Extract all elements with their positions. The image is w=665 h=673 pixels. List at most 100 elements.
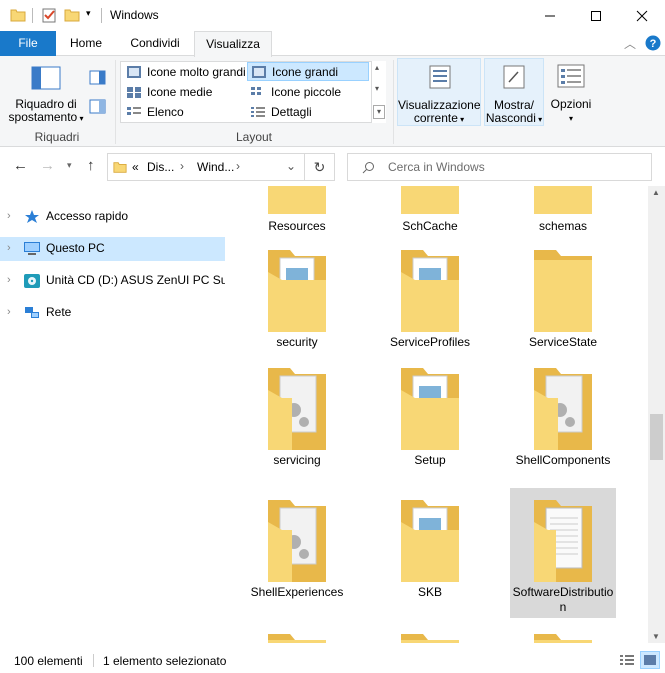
gallery-more-icon[interactable]: ▾ [373,105,385,119]
refresh-button[interactable]: ↻ [305,153,335,181]
folder-with-document-icon [534,500,592,582]
current-view-button[interactable]: Visualizzazione corrente ▾ [397,58,481,126]
layout-large-label: Icone grandi [272,65,339,79]
new-folder-icon[interactable] [64,7,80,23]
folder-with-settings-icon [534,368,592,450]
current-view-label: Visualizzazione corrente [398,98,481,125]
file-item[interactable]: ShellComponents [510,362,616,482]
preview-pane-icon[interactable] [89,70,107,86]
options-icon [557,64,585,88]
file-item[interactable]: SchCache [377,186,483,236]
file-item[interactable]: Setup [377,362,483,482]
file-item[interactable]: schemas [510,186,616,236]
tab-home[interactable]: Home [60,31,112,56]
up-arrow-icon[interactable]: ↑ [87,157,95,174]
folder-icon[interactable] [399,632,461,643]
layout-details-label: Dettagli [271,105,312,119]
layout-list[interactable]: Elenco [123,103,245,122]
address-bar[interactable]: « Dis... › Wind... › ⌄ [107,153,305,181]
options-button[interactable]: Opzioni ▾ [547,58,595,126]
layout-extra-large-icons[interactable]: Icone molto grandi [123,63,246,82]
navigation-pane-button[interactable]: Riquadro di spostamento ▾ [6,64,86,126]
file-name: SKB [417,585,442,599]
show-hide-label: Mostra/ Nascondi [485,98,536,125]
file-name: Setup [414,453,446,467]
navigation-bar: ← → ▾ ↑ « Dis... › Wind... › ⌄ ↻ Cerca i… [0,148,665,186]
collapse-ribbon-icon[interactable]: ︿ [624,35,636,52]
chevron-right-icon[interactable]: › [236,159,240,173]
layout-list-label: Elenco [147,105,184,119]
file-item[interactable]: ServiceState [510,244,616,354]
file-item[interactable]: servicing [244,362,350,482]
breadcrumb-desktop[interactable]: Dis... [147,160,174,174]
file-item[interactable]: security [244,244,350,354]
show-hide-button[interactable]: Mostra/ Nascondi ▾ [484,58,544,126]
maximize-button[interactable] [573,0,619,31]
tab-file[interactable]: File [0,31,56,56]
layout-small-icons[interactable]: Icone piccole [247,83,369,102]
expand-icon[interactable]: › [7,269,11,292]
file-name: ServiceProfiles [389,335,471,349]
layout-medium-icons[interactable]: Icone medie [123,83,245,102]
details-pane-icon[interactable] [89,99,107,115]
chevron-right-icon[interactable]: › [180,159,184,173]
nav-item-network[interactable]: › Rete [0,301,225,325]
large-icons-icon [252,66,266,78]
nav-item-cd-drive[interactable]: › Unità CD (D:) ASUS ZenUI PC Suite [0,269,225,293]
layout-large-icons[interactable]: Icone grandi [247,62,369,81]
maximize-icon [591,10,601,21]
breadcrumb-windows[interactable]: Wind... [197,160,234,174]
gallery-down-icon[interactable]: ▾ [375,84,379,93]
layout-small-label: Icone piccole [271,85,342,99]
scroll-up-icon[interactable]: ▲ [652,188,660,197]
group-label-panes: Riquadri [34,130,80,144]
expand-icon[interactable]: › [7,301,11,324]
file-name: SchCache [402,219,458,233]
chevron-down-icon[interactable]: ⌄ [286,159,296,173]
breadcrumb-overflow[interactable]: « [132,160,139,174]
scrollbar-thumb[interactable] [650,414,663,460]
scroll-down-icon[interactable]: ▼ [652,632,660,641]
file-item[interactable]: SKB [377,494,483,614]
folder-icon[interactable] [266,632,328,643]
file-view: Resources SchCache schemas security Serv… [230,186,648,643]
folder-icon[interactable] [10,7,26,23]
details-icon [251,107,265,117]
customize-toolbar-icon[interactable]: ▾ [86,8,91,19]
nav-item-label: Accesso rapido [46,209,129,223]
nav-item-label: Unità CD (D:) ASUS ZenUI PC Suite [46,273,225,287]
properties-icon[interactable] [41,7,57,23]
recent-locations-icon[interactable]: ▾ [67,160,72,171]
layout-details[interactable]: Dettagli [247,103,369,122]
search-box[interactable]: Cerca in Windows [347,153,652,181]
gallery-up-icon[interactable]: ▴ [375,63,379,72]
svg-text:?: ? [650,38,657,50]
expand-icon[interactable]: › [7,237,11,260]
layout-extra-large-label: Icone molto grandi [147,65,246,79]
details-view-icon[interactable] [619,652,635,668]
help-icon[interactable]: ? [645,35,661,51]
folder-icon[interactable] [532,632,594,643]
back-arrow-icon[interactable]: ← [13,157,28,174]
file-item[interactable]: ServiceProfiles [377,244,483,354]
medium-icons-icon [127,87,141,98]
close-button[interactable] [619,0,665,31]
file-item-selected[interactable]: SoftwareDistribution [510,488,616,618]
minimize-icon [545,15,555,16]
large-icons-view-icon[interactable] [640,651,660,669]
folder-with-settings-icon [268,500,326,582]
tab-view[interactable]: Visualizza [194,31,272,57]
nav-item-quick-access[interactable]: › Accesso rapido [0,205,225,229]
group-label-layout: Layout [235,130,273,144]
vertical-scrollbar[interactable]: ▲ ▼ [648,186,665,643]
folder-with-files-icon [401,250,459,332]
folder-with-files-icon [401,500,459,582]
file-item[interactable]: Resources [244,186,350,236]
current-view-icon [429,65,451,89]
nav-item-this-pc[interactable]: › Questo PC [0,237,225,261]
file-item[interactable]: ShellExperiences [244,494,350,614]
tab-share[interactable]: Condividi [120,31,190,56]
minimize-button[interactable] [527,0,573,31]
forward-arrow-icon[interactable]: → [40,157,55,174]
expand-icon[interactable]: › [7,205,11,228]
